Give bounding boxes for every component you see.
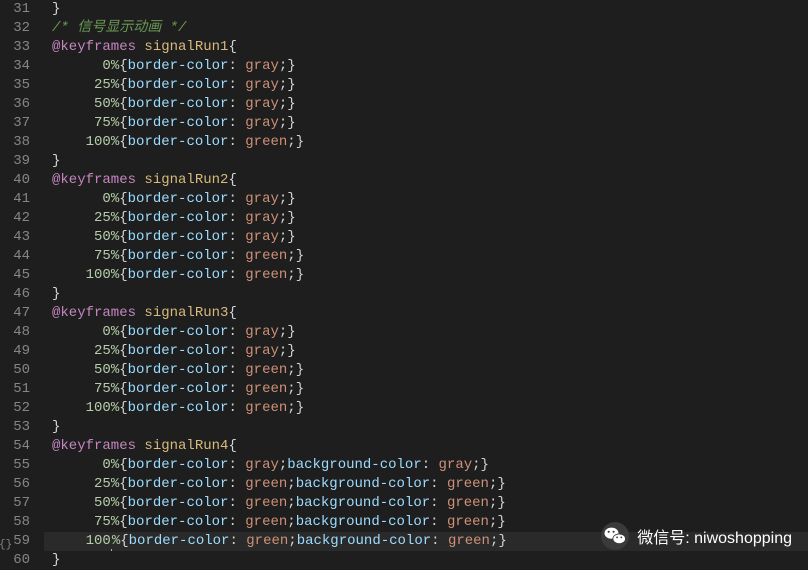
line-number: 58 [0,513,30,532]
code-line[interactable]: 0%{border-color: gray;background-color: … [44,456,808,475]
line-number-gutter: 3132333435363738394041424344454647484950… [0,0,44,568]
line-number: 44 [0,247,30,266]
code-line[interactable]: /* 信号显示动画 */ [44,19,808,38]
code-line[interactable]: 75%{border-color: green;} [44,247,808,266]
code-line[interactable]: 75%{border-color: green;} [44,380,808,399]
code-line[interactable]: 100%{border-color: green;} [44,399,808,418]
line-number: 39 [0,152,30,171]
code-line[interactable]: @keyframes signalRun1{ [44,38,808,57]
code-line[interactable]: } [44,551,808,570]
line-number: 40 [0,171,30,190]
code-line[interactable]: } [44,152,808,171]
line-number: 37 [0,114,30,133]
line-number: 45 [0,266,30,285]
line-number: 35 [0,76,30,95]
code-line[interactable]: 0%{border-color: gray;} [44,190,808,209]
code-line[interactable]: 0%{border-color: gray;} [44,323,808,342]
line-number: 52 [0,399,30,418]
line-number: 38 [0,133,30,152]
line-number: 31 [0,0,30,19]
code-line[interactable]: 25%{border-color: gray;} [44,76,808,95]
code-line[interactable]: } [44,0,808,19]
line-number: 41 [0,190,30,209]
code-line[interactable]: 25%{border-color: gray;} [44,209,808,228]
line-number: 43 [0,228,30,247]
code-line[interactable]: 50%{border-color: gray;} [44,228,808,247]
line-number: 51 [0,380,30,399]
code-line[interactable]: @keyframes signalRun2{ [44,171,808,190]
line-number: 46 [0,285,30,304]
line-number: 55 [0,456,30,475]
code-line[interactable]: 75%{border-color: green;background-color… [44,513,808,532]
line-number: 56 [0,475,30,494]
code-line[interactable]: 100%{border-color: green;} [44,266,808,285]
fold-glyph-icon: {} [0,536,12,555]
code-line[interactable]: 50%{border-color: green;background-color… [44,494,808,513]
code-area[interactable]: }/* 信号显示动画 */@keyframes signalRun1{ 0%{b… [44,0,808,568]
code-line[interactable]: } [44,285,808,304]
code-line[interactable]: 25%{border-color: green;background-color… [44,475,808,494]
line-number: 53 [0,418,30,437]
code-line[interactable]: 25%{border-color: gray;} [44,342,808,361]
code-line[interactable]: 100%{border-color: green;} [44,133,808,152]
line-number: 33 [0,38,30,57]
code-line[interactable]: @keyframes signalRun4{ [44,437,808,456]
code-line[interactable]: } [44,418,808,437]
line-number: 54 [0,437,30,456]
line-number: 47 [0,304,30,323]
line-number: 32 [0,19,30,38]
code-line[interactable]: 75%{border-color: gray;} [44,114,808,133]
code-line[interactable]: @keyframes signalRun3{ [44,304,808,323]
code-line[interactable]: 50%{border-color: gray;} [44,95,808,114]
line-number: 34 [0,57,30,76]
line-number: 48 [0,323,30,342]
line-number: 50 [0,361,30,380]
code-line[interactable]: 50%{border-color: green;} [44,361,808,380]
code-line[interactable]: 100%{border-color: green;background-colo… [44,532,808,551]
line-number: 42 [0,209,30,228]
line-number: 49 [0,342,30,361]
line-number: 57 [0,494,30,513]
line-number: 36 [0,95,30,114]
code-editor[interactable]: 3132333435363738394041424344454647484950… [0,0,808,568]
code-line[interactable]: 0%{border-color: gray;} [44,57,808,76]
